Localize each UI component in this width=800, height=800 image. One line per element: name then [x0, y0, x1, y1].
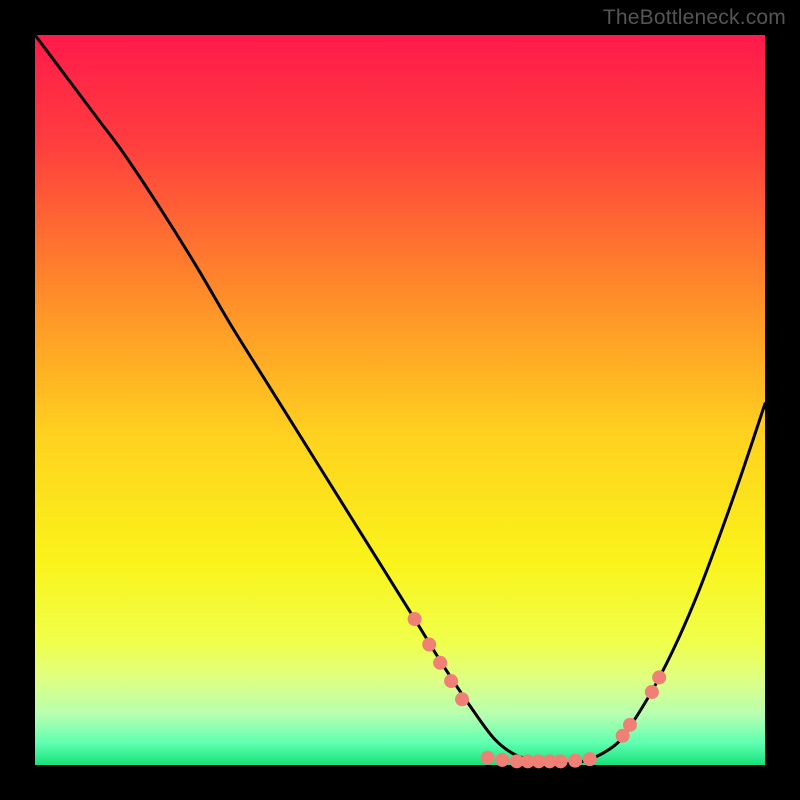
highlight-point: [623, 718, 637, 732]
highlight-point: [444, 674, 458, 688]
highlight-point: [422, 638, 436, 652]
plot-area: [35, 35, 765, 765]
highlight-point: [568, 754, 582, 768]
chart-stage: TheBottleneck.com: [0, 0, 800, 800]
highlight-point: [433, 656, 447, 670]
highlight-point: [455, 692, 469, 706]
highlight-point: [495, 753, 509, 767]
watermark-text: TheBottleneck.com: [603, 6, 786, 30]
highlight-point: [481, 751, 495, 765]
highlight-point: [652, 670, 666, 684]
highlight-point: [583, 752, 597, 766]
highlight-point: [554, 754, 568, 768]
bottleneck-chart: [0, 0, 800, 800]
highlight-point: [645, 685, 659, 699]
highlight-point: [408, 612, 422, 626]
